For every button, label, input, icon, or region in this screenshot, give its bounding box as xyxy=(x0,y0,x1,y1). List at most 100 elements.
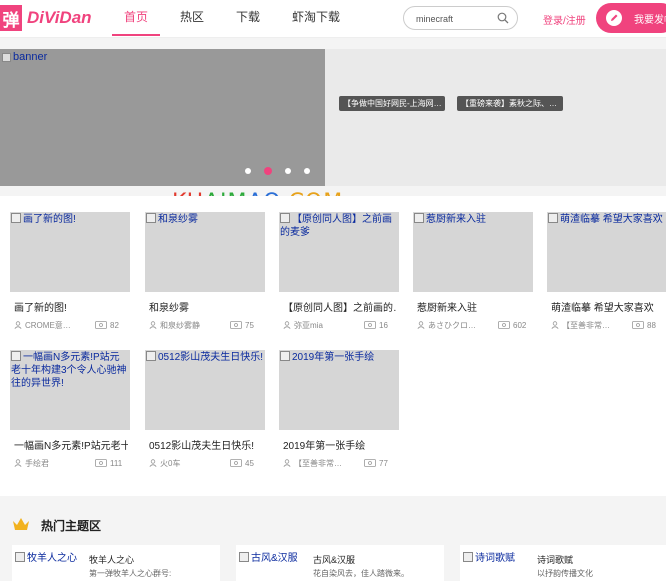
view-count: 602 xyxy=(513,320,527,330)
topic-name[interactable]: 古风&汉服 xyxy=(313,553,355,566)
post-title[interactable]: 2019年第一张手绘 xyxy=(283,437,397,452)
user-icon xyxy=(417,321,425,329)
view-count: 82 xyxy=(110,320,119,330)
search-icon[interactable] xyxy=(497,12,509,24)
topic-card[interactable]: 古风&汉服 古风&汉服 花自染风去，佳人踏微来。 xyxy=(236,545,444,581)
thumbnail-alt: 0512影山茂夫生日快乐! xyxy=(146,351,264,364)
crown-icon xyxy=(13,518,29,530)
user-icon xyxy=(14,459,22,467)
post-card[interactable]: 萌渣临摹 希望大家喜欢 萌渣临摹 希望大家喜欢 【至善非常… 88 xyxy=(547,212,666,350)
topic-card[interactable]: 牧羊人之心 牧羊人之心 第一弹牧羊人之心群号: xyxy=(12,545,220,581)
topic-image-alt: 牧羊人之心 xyxy=(15,553,77,564)
topic-name[interactable]: 诗词歌赋 xyxy=(537,553,573,566)
post-author[interactable]: 火0车 xyxy=(160,458,222,469)
post-title[interactable]: 和泉纱雾 xyxy=(149,299,263,314)
post-meta: 弥亚mia 16 xyxy=(283,318,397,332)
post-card[interactable]: 和泉纱雾 和泉纱雾 和泉纱雾静 75 xyxy=(145,212,265,350)
nav-hot[interactable]: 热区 xyxy=(180,0,204,38)
post-author[interactable]: 【至善非常… xyxy=(294,458,356,469)
post-title[interactable]: 惹厨新来入驻 xyxy=(417,299,531,314)
topic-image: 古风&汉服 xyxy=(239,550,309,581)
post-title[interactable]: 画了新的图! xyxy=(14,299,128,314)
topic-image-alt: 诗词歌赋 xyxy=(463,553,515,564)
topic-description: 花自染风去，佳人踏微来。 xyxy=(313,569,409,578)
pen-icon xyxy=(606,10,622,26)
view-count: 16 xyxy=(379,320,388,330)
view-count-icon xyxy=(95,321,107,329)
post-thumbnail: 0512影山茂夫生日快乐! xyxy=(145,350,265,430)
post-thumbnail: 惹厨新来入驻 xyxy=(413,212,533,292)
post-title[interactable]: 0512影山茂夫生日快乐! xyxy=(149,437,263,452)
post-meta: 和泉纱雾静 75 xyxy=(149,318,263,332)
view-count-icon xyxy=(498,321,510,329)
thumbnail-alt: 一幅画N多元素!P站元老十年构建3个令人心驰神往的异世界! xyxy=(11,351,129,390)
carousel-dot-3[interactable] xyxy=(285,168,291,174)
nav-home[interactable]: 首页 xyxy=(111,0,161,38)
user-icon xyxy=(283,459,291,467)
view-count-icon xyxy=(364,459,376,467)
post-thumbnail: 一幅画N多元素!P站元老十年构建3个令人心驰神往的异世界! xyxy=(10,350,130,430)
view-count: 45 xyxy=(245,458,254,468)
post-meta: CROME意… 82 xyxy=(14,318,128,332)
thumbnail-alt: 【原创同人图】之前画的麦爹 xyxy=(280,213,398,239)
topic-image-alt: 古风&汉服 xyxy=(239,553,298,564)
post-author[interactable]: 弥亚mia xyxy=(294,320,356,331)
banner-tag-2[interactable]: 【重磅来袭】素秋之际、… xyxy=(457,96,563,111)
view-count-icon xyxy=(230,459,242,467)
carousel-dot-4[interactable] xyxy=(304,168,310,174)
banner-main-image[interactable]: banner xyxy=(0,49,325,186)
login-register-link[interactable]: 登录/注册 xyxy=(543,12,586,27)
post-grid: 画了新的图! 画了新的图! CROME意… 82 和泉纱雾 和泉纱雾 和泉纱雾静… xyxy=(0,196,666,496)
main-nav: 首页 热区 下载 虾淘下载 xyxy=(111,0,372,38)
thumbnail-alt: 画了新的图! xyxy=(11,213,129,226)
topic-description: 以抒韵传播文化 xyxy=(537,569,593,578)
site-logo[interactable]: 弹 DiViDan xyxy=(0,4,92,32)
post-card[interactable]: 一幅画N多元素!P站元老十年构建3个令人心驰神往的异世界! 一幅画N多元素!P站… xyxy=(10,350,130,488)
topic-name[interactable]: 牧羊人之心 xyxy=(89,553,134,566)
post-author[interactable]: あさひクロ… xyxy=(428,320,490,331)
banner-broken-image: banner xyxy=(2,51,47,63)
logo-mark: 弹 xyxy=(0,5,22,31)
post-author[interactable]: CROME意… xyxy=(25,320,87,331)
carousel-dot-2[interactable] xyxy=(264,167,272,175)
banner-alt-text: banner xyxy=(13,51,48,63)
nav-download[interactable]: 下载 xyxy=(236,0,260,38)
post-card[interactable]: 2019年第一张手绘 2019年第一张手绘 【至善非常… 77 xyxy=(279,350,399,488)
topic-card[interactable]: 诗词歌赋 诗词歌赋 以抒韵传播文化 xyxy=(460,545,666,581)
post-card[interactable]: 画了新的图! 画了新的图! CROME意… 82 xyxy=(10,212,130,350)
carousel-dot-1[interactable] xyxy=(245,168,251,174)
post-author[interactable]: 和泉纱雾静 xyxy=(160,320,222,331)
carousel-dots xyxy=(245,167,323,175)
post-author[interactable]: 手绘君 xyxy=(25,458,87,469)
header: 弹 DiViDan 首页 热区 下载 虾淘下载 登录/注册 我要发帖 xyxy=(0,0,666,38)
post-title[interactable]: 【原创同人图】之前画的… xyxy=(283,299,397,314)
topic-description: 第一弹牧羊人之心群号: xyxy=(89,569,172,578)
search-input[interactable] xyxy=(416,11,496,26)
section-title: 热门主题区 xyxy=(41,519,102,533)
post-title[interactable]: 萌渣临摹 希望大家喜欢 xyxy=(551,299,665,314)
post-author[interactable]: 【至善非常… xyxy=(562,320,624,331)
nav-xiatao-download[interactable]: 虾淘下载 xyxy=(292,0,340,38)
post-meta: 【至善非常… 77 xyxy=(283,456,397,470)
post-thumbnail: 2019年第一张手绘 xyxy=(279,350,399,430)
post-button-label: 我要发帖 xyxy=(634,14,666,26)
topic-image: 牧羊人之心 xyxy=(15,550,85,581)
post-meta: 火0车 45 xyxy=(149,456,263,470)
view-count-icon xyxy=(364,321,376,329)
post-card[interactable]: 0512影山茂夫生日快乐! 0512影山茂夫生日快乐! 火0车 45 xyxy=(145,350,265,488)
topic-image: 诗词歌赋 xyxy=(463,550,533,581)
post-card[interactable]: 【原创同人图】之前画的麦爹 【原创同人图】之前画的… 弥亚mia 16 xyxy=(279,212,399,350)
post-thumbnail: 和泉纱雾 xyxy=(145,212,265,292)
post-thumbnail: 【原创同人图】之前画的麦爹 xyxy=(279,212,399,292)
post-button[interactable]: 我要发帖 xyxy=(596,3,666,33)
post-meta: あさひクロ… 602 xyxy=(417,318,531,332)
thumbnail-alt: 萌渣临摹 希望大家喜欢 xyxy=(548,213,665,226)
banner-tag-1[interactable]: 【争做中国好网民-上海网… xyxy=(339,96,445,111)
post-title[interactable]: 一幅画N多元素!P站元老十… xyxy=(14,437,128,452)
search-box xyxy=(403,6,518,30)
view-count: 75 xyxy=(245,320,254,330)
post-meta: 手绘君 111 xyxy=(14,456,128,470)
post-card[interactable]: 惹厨新来入驻 惹厨新来入驻 あさひクロ… 602 xyxy=(413,212,533,350)
view-count: 88 xyxy=(647,320,656,330)
logo-text: DiViDan xyxy=(27,8,92,27)
